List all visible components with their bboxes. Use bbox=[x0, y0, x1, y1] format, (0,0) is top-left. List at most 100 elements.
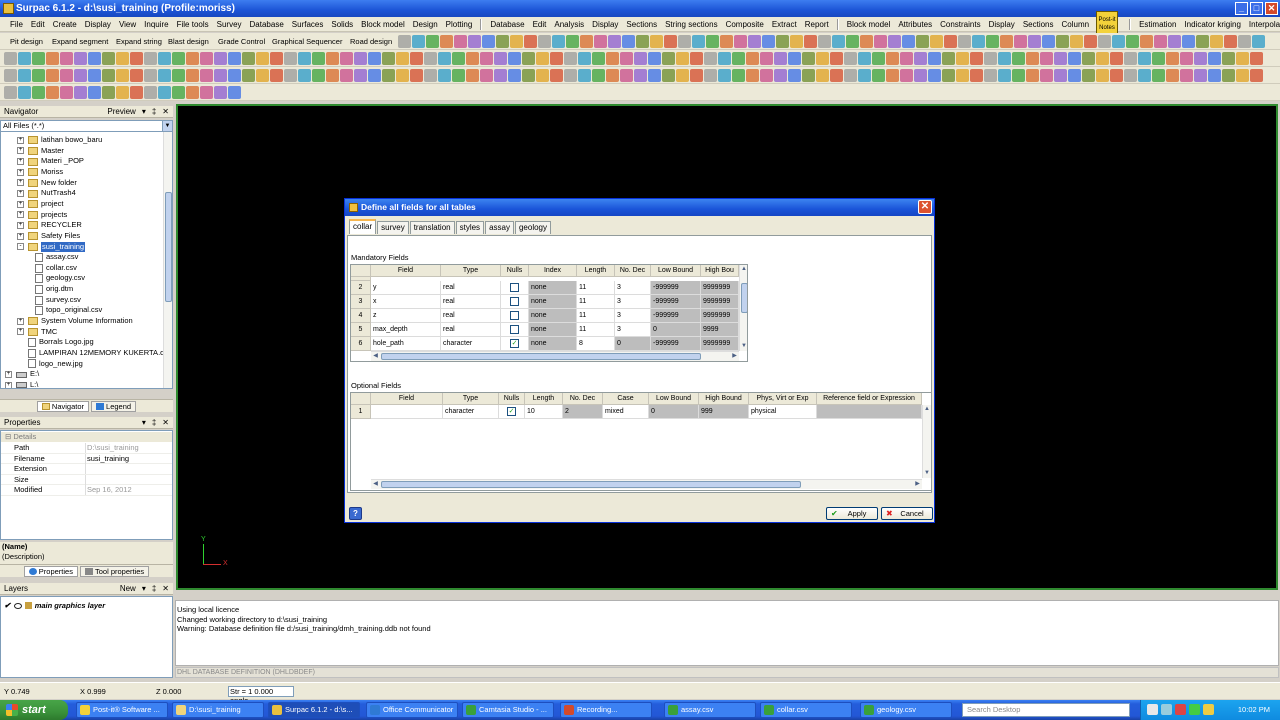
toolbar-tool-icon[interactable] bbox=[902, 35, 915, 48]
tray-icon[interactable] bbox=[1203, 704, 1214, 715]
expand-icon[interactable]: + bbox=[17, 190, 24, 198]
toolbar-tool-icon[interactable] bbox=[844, 69, 857, 82]
toolbar-tool-icon[interactable] bbox=[424, 52, 437, 65]
toolbar-tool-icon[interactable] bbox=[760, 52, 773, 65]
toolbar-tool-icon[interactable] bbox=[858, 52, 871, 65]
toolbar-tool-icon[interactable] bbox=[454, 35, 467, 48]
column-header[interactable]: Type bbox=[441, 265, 501, 277]
tree-item[interactable]: geology.csv bbox=[35, 273, 85, 284]
navigator-tree[interactable]: + latihan bowo_baru + Master + Materi _POP + Mo… bbox=[0, 131, 173, 389]
expand-icon[interactable]: + bbox=[17, 179, 24, 187]
toolbar-grade-control-button[interactable]: Grade Control bbox=[218, 33, 265, 49]
property-row[interactable]: Filename susi_training bbox=[1, 453, 172, 465]
toolbar-tool-icon[interactable] bbox=[970, 69, 983, 82]
grid-cell-low[interactable]: 0 bbox=[649, 405, 699, 419]
toolbar-tool-icon[interactable] bbox=[186, 69, 199, 82]
toolbar-tool-icon[interactable] bbox=[886, 52, 899, 65]
toolbar-tool-icon[interactable] bbox=[494, 52, 507, 65]
grid-cell-field[interactable]: x bbox=[371, 295, 441, 309]
toolbar-tool-icon[interactable] bbox=[4, 52, 17, 65]
toolbar-tool-icon[interactable] bbox=[312, 52, 325, 65]
pin-icon[interactable]: ▾ bbox=[142, 417, 146, 429]
toolbar-tool-icon[interactable] bbox=[1096, 52, 1109, 65]
toolbar-tool-icon[interactable] bbox=[452, 69, 465, 82]
toolbar-tool-icon[interactable] bbox=[1180, 52, 1193, 65]
toolbar-tool-icon[interactable] bbox=[510, 35, 523, 48]
toolbar-tool-icon[interactable] bbox=[88, 52, 101, 65]
toolbar-tool-icon[interactable] bbox=[802, 52, 815, 65]
menu-edit[interactable]: Edit bbox=[529, 17, 551, 32]
toolbar-tool-icon[interactable] bbox=[620, 69, 633, 82]
toolbar-tool-icon[interactable] bbox=[1054, 52, 1067, 65]
taskbar-item-assay-csv[interactable]: assay.csv bbox=[664, 702, 756, 718]
toolbar-tool-icon[interactable] bbox=[536, 52, 549, 65]
toolbar-tool-icon[interactable] bbox=[1112, 35, 1125, 48]
menu-edit[interactable]: Edit bbox=[27, 17, 49, 32]
menu-block-model[interactable]: Block model bbox=[357, 17, 409, 32]
toolbar-tool-icon[interactable] bbox=[776, 35, 789, 48]
menu-column[interactable]: Column bbox=[1058, 17, 1094, 32]
tab-tool-properties[interactable]: Tool properties bbox=[79, 566, 150, 577]
toolbar-tool-icon[interactable] bbox=[928, 69, 941, 82]
toolbar-tool-icon[interactable] bbox=[130, 52, 143, 65]
scroll-thumb[interactable] bbox=[741, 283, 747, 313]
toolbar-tool-icon[interactable] bbox=[32, 52, 45, 65]
menu-inquire[interactable]: Inquire bbox=[140, 17, 172, 32]
toolbar-tool-icon[interactable] bbox=[900, 52, 913, 65]
dialog-close-button[interactable]: ✕ bbox=[918, 200, 932, 214]
checkmark-icon[interactable]: ✔ bbox=[4, 601, 11, 610]
expand-icon[interactable]: + bbox=[17, 221, 24, 229]
grid-cell-low[interactable]: -999999 bbox=[651, 309, 701, 323]
toolbar-tool-icon[interactable] bbox=[676, 69, 689, 82]
column-header[interactable]: Low Bound bbox=[651, 265, 701, 277]
toolbar-tool-icon[interactable] bbox=[1250, 52, 1263, 65]
layer-item[interactable]: ✔ main graphics layer bbox=[4, 601, 105, 610]
toolbar-tool-icon[interactable] bbox=[944, 35, 957, 48]
collapse-icon[interactable]: - bbox=[17, 243, 24, 251]
row-header[interactable]: 5 bbox=[351, 323, 371, 337]
grid-cell-dec[interactable]: 0 bbox=[615, 337, 651, 351]
toolbar-tool-icon[interactable] bbox=[74, 86, 87, 99]
panel-pin-icon[interactable]: ‡ bbox=[152, 106, 156, 118]
toolbar-tool-icon[interactable] bbox=[662, 69, 675, 82]
toolbar-tool-icon[interactable] bbox=[46, 52, 59, 65]
panel-pin-icon[interactable]: ‡ bbox=[152, 417, 156, 429]
expand-icon[interactable]: + bbox=[17, 200, 24, 208]
tab-translation[interactable]: translation bbox=[409, 221, 455, 234]
toolbar-pit-design-button[interactable]: Pit design bbox=[10, 33, 43, 49]
toolbar-tool-icon[interactable] bbox=[396, 69, 409, 82]
toolbar-tool-icon[interactable] bbox=[1168, 35, 1181, 48]
toolbar-tool-icon[interactable] bbox=[18, 86, 31, 99]
toolbar-tool-icon[interactable] bbox=[816, 69, 829, 82]
column-header[interactable]: Length bbox=[525, 393, 563, 405]
toolbar-tool-icon[interactable] bbox=[1124, 69, 1137, 82]
toolbar-tool-icon[interactable] bbox=[1026, 69, 1039, 82]
toolbar-expand-string-button[interactable]: Expand string bbox=[116, 33, 162, 49]
taskbar-item-office-communicator[interactable]: Office Communicator bbox=[366, 702, 458, 718]
scroll-thumb[interactable] bbox=[381, 481, 801, 488]
grid-cell-length[interactable]: 8 bbox=[577, 337, 615, 351]
toolbar-tool-icon[interactable] bbox=[466, 69, 479, 82]
toolbar-tool-icon[interactable] bbox=[538, 35, 551, 48]
menu-solids[interactable]: Solids bbox=[327, 17, 357, 32]
row-header[interactable]: 4 bbox=[351, 309, 371, 323]
grid-cell-low[interactable]: 0 bbox=[651, 323, 701, 337]
column-header[interactable]: Low Bound bbox=[649, 393, 699, 405]
chevron-down-icon[interactable]: ▼ bbox=[162, 121, 172, 131]
toolbar-tool-icon[interactable] bbox=[1152, 69, 1165, 82]
toolbar-tool-icon[interactable] bbox=[1180, 69, 1193, 82]
toolbar-tool-icon[interactable] bbox=[986, 35, 999, 48]
toolbar-tool-icon[interactable] bbox=[468, 35, 481, 48]
nulls-checkbox[interactable] bbox=[510, 297, 519, 306]
toolbar-tool-icon[interactable] bbox=[1070, 35, 1083, 48]
grid-cell-field[interactable]: hole_path bbox=[371, 337, 441, 351]
tree-item[interactable]: LAMPIRAN 12MEMORY KUKERTA.doc bbox=[17, 348, 172, 359]
grid-cell-dec[interactable]: 3 bbox=[615, 295, 651, 309]
toolbar-tool-icon[interactable] bbox=[270, 52, 283, 65]
tree-item[interactable]: Borrals Logo.jpg bbox=[17, 337, 94, 348]
toolbar-tool-icon[interactable] bbox=[872, 69, 885, 82]
scroll-thumb[interactable] bbox=[381, 353, 701, 360]
menu-surfaces[interactable]: Surfaces bbox=[288, 17, 328, 32]
toolbar-tool-icon[interactable] bbox=[692, 35, 705, 48]
toolbar-tool-icon[interactable] bbox=[452, 52, 465, 65]
